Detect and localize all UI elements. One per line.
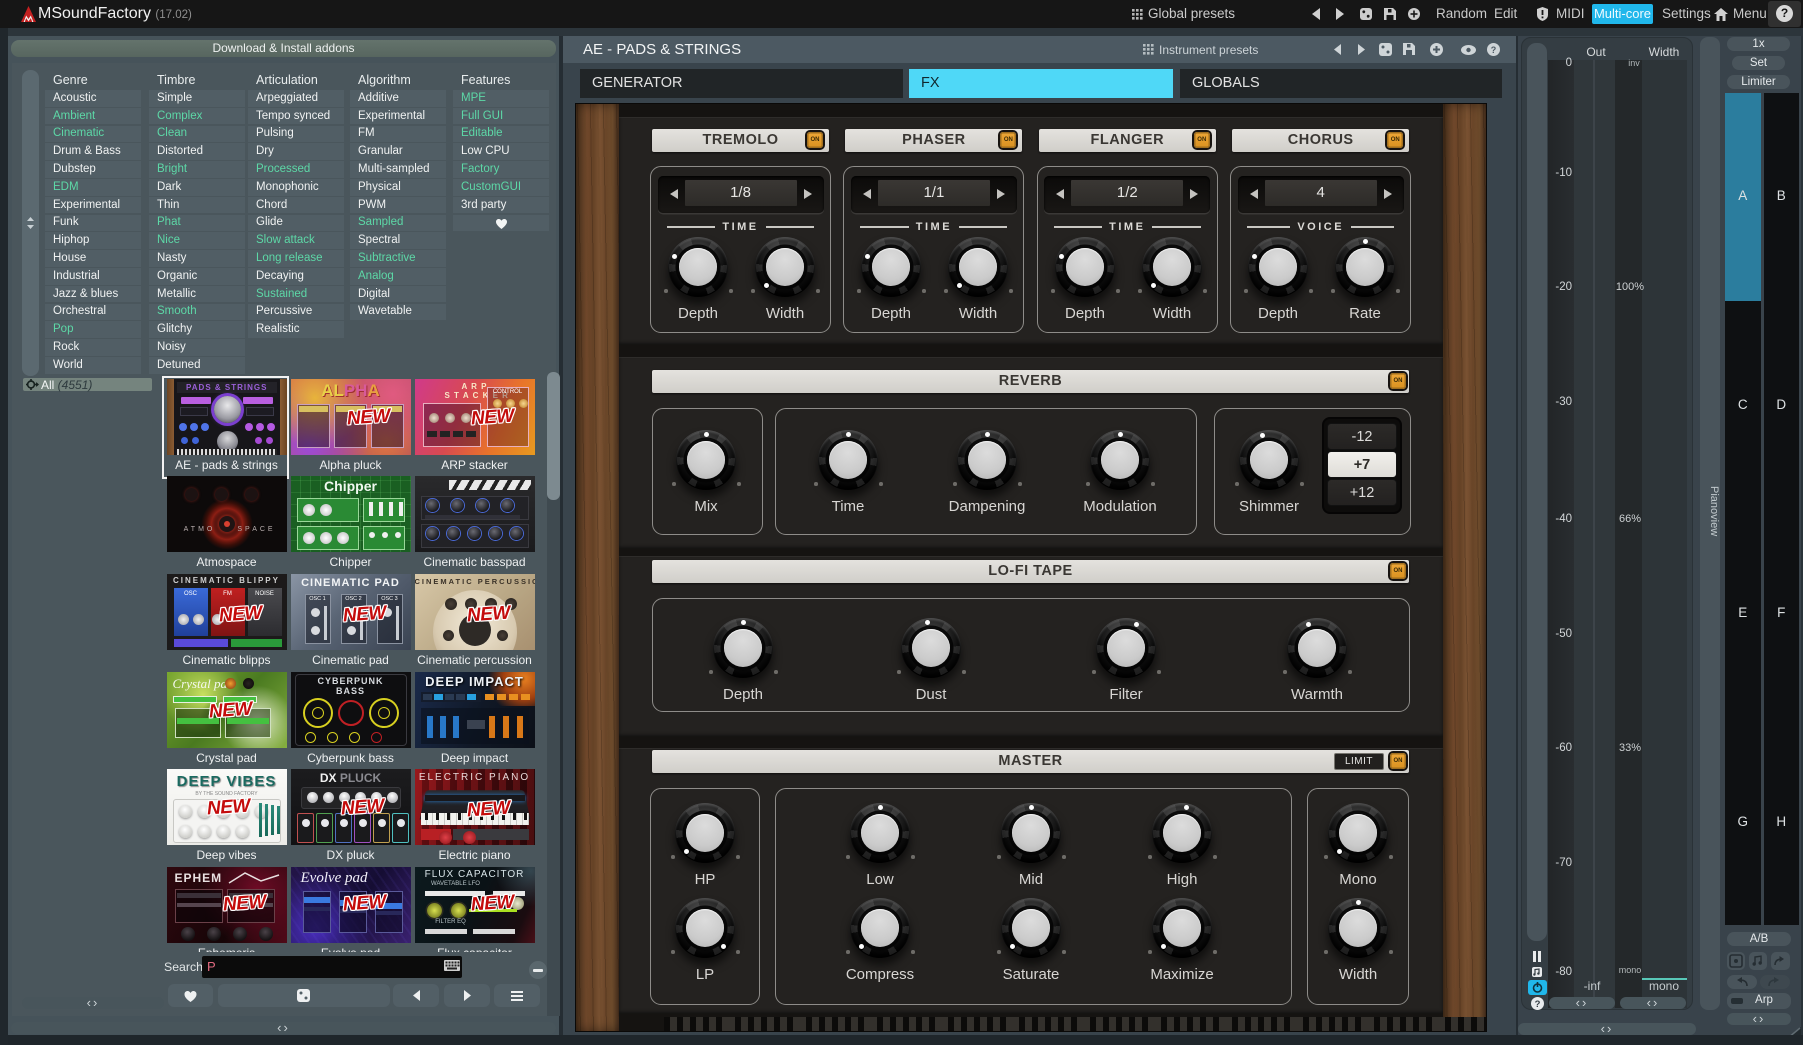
svg-text:?: ? xyxy=(1491,45,1497,55)
svg-text:?: ? xyxy=(1535,999,1541,1010)
